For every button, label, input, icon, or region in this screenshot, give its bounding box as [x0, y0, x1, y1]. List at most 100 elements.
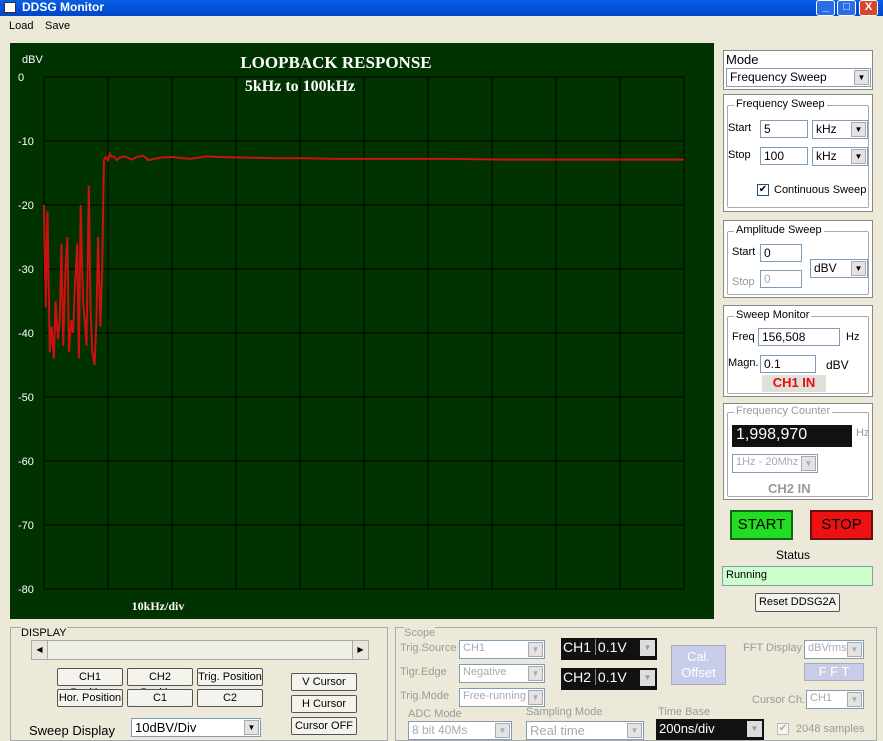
- freq-start-input[interactable]: 5: [760, 120, 808, 138]
- hor-position-button[interactable]: Hor. Position: [57, 689, 123, 707]
- counter-range-select[interactable]: 1Hz - 20Mhz ▼: [732, 454, 818, 473]
- frequency-counter-group: Frequency Counter 1,998,970 Hz 1Hz - 20M…: [727, 405, 869, 497]
- y-tick-label: -80: [18, 584, 34, 596]
- reset-button[interactable]: Reset DDSG2A: [755, 593, 840, 612]
- amp-stop-label: Stop: [732, 276, 755, 288]
- menu-bar: Load Save: [0, 17, 883, 37]
- mode-panel: Mode Frequency Sweep ▼: [723, 50, 873, 90]
- sampling-mode-select[interactable]: Real time ▼: [526, 721, 644, 740]
- samples-checkbox[interactable]: ✔: [777, 723, 789, 735]
- trig-mode-label: Trig.Mode: [400, 690, 450, 702]
- y-tick-label: -10: [18, 136, 34, 148]
- start-label: Start: [728, 122, 752, 134]
- trig-mode-value: Free-running: [463, 690, 526, 702]
- stop-button[interactable]: STOP: [810, 510, 873, 540]
- scroll-right-icon[interactable]: ▶: [352, 641, 368, 659]
- title-bar: DDSG Monitor _ □ X: [0, 0, 883, 16]
- sampling-mode-label: Sampling Mode: [526, 706, 603, 718]
- trig-mode-select[interactable]: Free-running ▼: [459, 688, 545, 707]
- chevron-down-icon: ▼: [851, 122, 866, 137]
- timebase-value: 200ns/div: [659, 721, 715, 736]
- y-tick-label: -60: [18, 456, 34, 468]
- y-tick-label: -40: [18, 328, 34, 340]
- h-cursor-button[interactable]: H Cursor: [291, 695, 357, 713]
- sampling-mode-value: Real time: [530, 723, 585, 738]
- ch2-position-button[interactable]: CH2 Position: [127, 668, 193, 699]
- frequency-sweep-panel: Frequency Sweep Start 5 kHz ▼ Stop 100 kH…: [723, 94, 873, 212]
- chevron-down-icon: ▼: [627, 723, 642, 738]
- chevron-down-icon: ▼: [847, 642, 862, 657]
- v-cursor-button[interactable]: V Cursor: [291, 673, 357, 691]
- ch1-scale-value: 0.1V: [594, 639, 627, 655]
- fft-display-value: dBVrms: [808, 642, 847, 654]
- fft-display-select[interactable]: dBVrms ▼: [804, 640, 864, 659]
- ch1-scale-select[interactable]: CH1 0.1V ▼: [561, 638, 657, 660]
- status-label: Status: [776, 548, 811, 562]
- mode-value: Frequency Sweep: [730, 70, 827, 84]
- c1-button[interactable]: C1: [127, 689, 193, 707]
- cursor-ch-value: CH1: [810, 692, 833, 704]
- timebase-select[interactable]: 200ns/div ▼: [656, 719, 764, 740]
- response-chart: 0 -10 -20 -30 -40 -50 -60 -70 -80 dBV LOOPBACK R…: [18, 53, 685, 613]
- ch1-label: CH1: [563, 639, 592, 655]
- sweep-display-select[interactable]: 10dBV/Div ▼: [131, 718, 261, 737]
- trig-source-label: Trig.Source: [400, 642, 457, 654]
- stop-label: Stop: [728, 149, 751, 161]
- sweep-display-label: Sweep Display: [29, 723, 115, 738]
- continuous-sweep-checkbox[interactable]: ✔: [757, 184, 769, 196]
- cursor-off-button[interactable]: Cursor OFF: [291, 717, 357, 735]
- amplitude-sweep-group: Amplitude Sweep Start 0 Stop 0 dBV ▼: [727, 224, 869, 295]
- scope-title: Scope: [404, 627, 436, 639]
- amp-start-label: Start: [732, 246, 756, 258]
- scroll-left-icon[interactable]: ◀: [32, 641, 48, 659]
- magn-monitor-value: 0.1: [760, 355, 816, 373]
- ch2-scale-select[interactable]: CH2 0.1V ▼: [561, 668, 657, 690]
- position-scrollbar[interactable]: ◀ ▶: [31, 640, 369, 660]
- magn-unit: dBV: [826, 358, 849, 372]
- cal-offset-button[interactable]: Cal. Offset: [671, 645, 726, 685]
- scope-group: Scope Trig.Source CH1 ▼ Tigr.Edge Negativ…: [395, 627, 877, 741]
- amp-unit-select[interactable]: dBV ▼: [810, 259, 868, 278]
- display-group: DISPLAY ◀ ▶ CH1 Position CH2 Position Tr…: [10, 627, 388, 741]
- freq-label: Freq: [732, 331, 755, 343]
- trig-source-value: CH1: [463, 642, 486, 654]
- ch2-in-indicator: CH2 IN: [768, 481, 811, 496]
- start-button[interactable]: START: [730, 510, 793, 540]
- freq-stop-unit-select[interactable]: kHz ▼: [812, 147, 868, 166]
- maximize-button[interactable]: □: [837, 0, 856, 16]
- chevron-down-icon: ▼: [854, 70, 869, 85]
- ch1-position-button[interactable]: CH1 Position: [57, 668, 123, 699]
- minimize-button[interactable]: _: [816, 0, 835, 16]
- mode-select[interactable]: Frequency Sweep ▼: [726, 68, 871, 87]
- sweep-monitor-panel: Sweep Monitor Freq 156,508 Hz Magn. 0.1 …: [723, 305, 873, 397]
- samples-label: 2048 samples: [796, 723, 865, 735]
- fft-button[interactable]: F F T: [804, 663, 864, 681]
- freq-stop-input[interactable]: 100: [760, 147, 808, 165]
- mode-label: Mode: [726, 52, 759, 67]
- y-axis-label: dBV: [22, 54, 43, 66]
- trig-edge-label: Tigr.Edge: [400, 666, 447, 678]
- trig-source-select[interactable]: CH1 ▼: [459, 640, 545, 659]
- y-tick-label: -30: [18, 264, 34, 276]
- adc-mode-value: 8 bit 40Ms: [412, 723, 468, 737]
- y-tick-label: -70: [18, 520, 34, 532]
- ch2-scale-value: 0.1V: [594, 669, 627, 685]
- close-button[interactable]: X: [859, 0, 878, 16]
- trig-position-button[interactable]: Trig. Position: [197, 668, 263, 686]
- fft-display-label: FFT Display: [743, 642, 803, 654]
- chevron-down-icon: ▼: [640, 640, 655, 656]
- adc-mode-select[interactable]: 8 bit 40Ms ▼: [408, 721, 512, 740]
- chevron-down-icon: ▼: [747, 721, 762, 737]
- amplitude-sweep-title: Amplitude Sweep: [734, 224, 824, 236]
- trig-edge-select[interactable]: Negative ▼: [459, 664, 545, 683]
- cursor-ch-select[interactable]: CH1 ▼: [806, 690, 864, 709]
- menu-save[interactable]: Save: [45, 20, 70, 32]
- sweep-display-value: 10dBV/Div: [135, 720, 197, 735]
- c2-button[interactable]: C2: [197, 689, 263, 707]
- freq-start-unit-select[interactable]: kHz ▼: [812, 120, 868, 139]
- menu-load[interactable]: Load: [9, 20, 33, 32]
- y-tick-label: -50: [18, 392, 34, 404]
- amp-start-input[interactable]: 0: [760, 244, 802, 262]
- frequency-counter-display: 1,998,970: [732, 425, 852, 447]
- amp-stop-input[interactable]: 0: [760, 270, 802, 288]
